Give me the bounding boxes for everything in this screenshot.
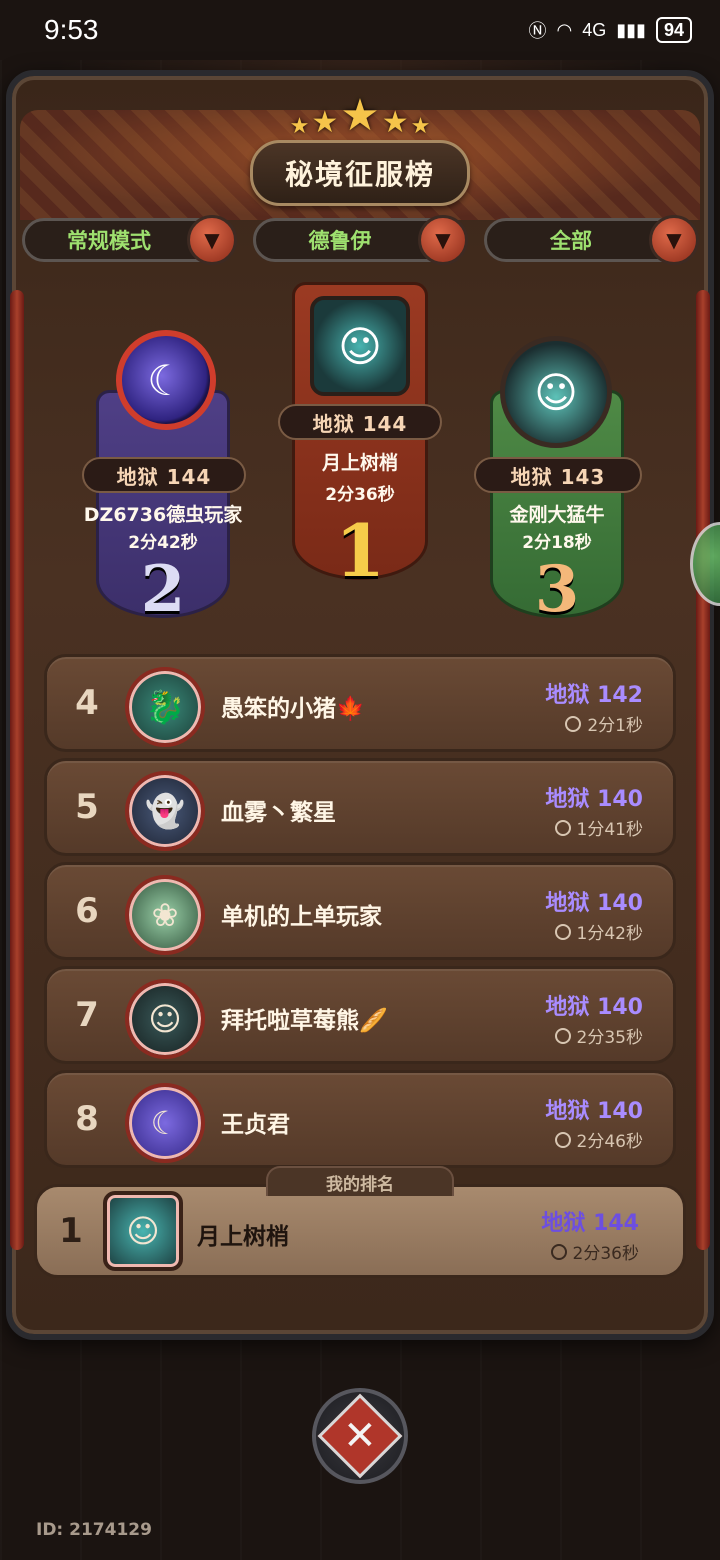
row-time-value: 2分46秒 [576, 1132, 643, 1152]
row-rank: 8 [75, 1099, 99, 1139]
star-icon: ★ [289, 114, 310, 139]
row-time: 1分42秒 [554, 919, 643, 944]
row-level: 地狱 142 [545, 683, 643, 708]
my-rank-time-value: 2分36秒 [572, 1244, 639, 1264]
podium-first-level: 地狱 144 [278, 404, 442, 440]
row-time: 2分1秒 [565, 711, 643, 736]
row-time: 2分46秒 [554, 1127, 643, 1152]
row-rank: 7 [75, 995, 99, 1035]
clown-avatar-icon: ☺ [103, 1191, 183, 1271]
clock-icon [554, 819, 571, 836]
clown-avatar-icon: ☺ [125, 979, 205, 1059]
podium-first-name: 月上树梢 [321, 452, 398, 474]
row-level: 地狱 140 [545, 995, 643, 1020]
clock-icon [554, 923, 571, 940]
filter-class-label: 德鲁伊 [308, 229, 372, 253]
signal-icon: ▮▮▮ [616, 19, 646, 40]
my-rank-number: 1 [59, 1211, 83, 1251]
moon-orb-avatar-icon: ☾ [116, 330, 216, 430]
podium-second-name: DZ6736德虫玩家 [83, 504, 243, 526]
clown-avatar-icon: ☺ [310, 296, 410, 396]
clown-hat-avatar-icon: ☺ [500, 336, 612, 448]
status-bar: 9:53 Ⓝ ◠ 4G ▮▮▮ 94 [0, 0, 720, 60]
frame-right [696, 290, 710, 1250]
podium-second-time: 2分42秒 [128, 533, 198, 553]
row-time-value: 2分35秒 [576, 1028, 643, 1048]
row-time: 1分41秒 [554, 815, 643, 840]
star-icon: ★ [410, 114, 431, 139]
player-id: ID: 2174129 [36, 1520, 152, 1540]
battery-icon: 94 [655, 17, 692, 43]
row-time-value: 1分41秒 [576, 820, 643, 840]
row-rank: 5 [75, 787, 99, 827]
wifi-icon: ◠ [556, 19, 573, 40]
filter-scope-label: 全部 [550, 229, 592, 253]
dragon-avatar-icon: 🐉 [125, 667, 205, 747]
row-time-value: 1分42秒 [576, 924, 643, 944]
podium-third-time: 2分18秒 [522, 533, 592, 553]
leaderboard-list: 4 🐉 愚笨的小猪🍁 地狱 142 2分1秒 5 👻 血雾丶繁星 地狱 140 … [44, 654, 676, 1174]
row-time-value: 2分1秒 [587, 716, 643, 736]
ghost-avatar-icon: 👻 [125, 771, 205, 851]
close-button[interactable]: ✕ [312, 1388, 408, 1484]
row-player-name: 拜托啦草莓熊🥖 [221, 1008, 388, 1034]
list-item[interactable]: 8 ☾ 王贞君 地狱 140 2分46秒 [44, 1070, 676, 1168]
frame-left [10, 290, 24, 1250]
row-player-name: 王贞君 [221, 1112, 290, 1138]
star-icon: ★ [381, 105, 409, 140]
my-rank-level: 地狱 144 [541, 1211, 639, 1236]
row-time: 2分35秒 [554, 1023, 643, 1048]
filter-scope-dropdown[interactable]: 全部 ▼ [484, 215, 699, 265]
list-item[interactable]: 4 🐉 愚笨的小猪🍁 地狱 142 2分1秒 [44, 654, 676, 752]
my-rank-tab: 我的排名 [266, 1166, 454, 1196]
row-rank: 6 [75, 891, 99, 931]
podium-third-name: 金刚大猛牛 [509, 504, 605, 526]
chevron-down-icon[interactable]: ▼ [187, 215, 237, 265]
chevron-down-icon[interactable]: ▼ [418, 215, 468, 265]
filter-class-dropdown[interactable]: 德鲁伊 ▼ [253, 215, 468, 265]
close-icon: ✕ [317, 1393, 403, 1479]
my-rank-name: 月上树梢 [197, 1224, 289, 1250]
row-player-name: 单机的上单玩家 [221, 904, 382, 930]
clock-icon [554, 1027, 571, 1044]
clock-icon [550, 1243, 567, 1260]
page-title: 秘境征服榜 [250, 140, 470, 206]
podium-third-rank: 3 [534, 552, 580, 627]
podium-first-rank: 1 [334, 508, 386, 593]
podium-second-level: 地狱 144 [82, 457, 246, 493]
row-level: 地狱 140 [545, 1099, 643, 1124]
list-item[interactable]: 5 👻 血雾丶繁星 地狱 140 1分41秒 [44, 758, 676, 856]
my-rank-row[interactable]: 1 ☺ 月上树梢 地狱 144 2分36秒 [34, 1184, 686, 1278]
row-rank: 4 [75, 683, 99, 723]
moon-orb-avatar-icon: ☾ [125, 1083, 205, 1163]
status-icons: Ⓝ ◠ 4G ▮▮▮ 94 [529, 17, 692, 43]
podium-second-rank: 2 [140, 552, 186, 627]
filter-mode-dropdown[interactable]: 常规模式 ▼ [22, 215, 237, 265]
nfc-icon: Ⓝ [528, 21, 547, 41]
star-icon: ★ [340, 90, 380, 141]
network-label: 4G [582, 19, 607, 40]
podium-third-level: 地狱 143 [474, 457, 642, 493]
row-level: 地狱 140 [545, 891, 643, 916]
clock-icon [554, 1131, 571, 1148]
my-rank-time: 2分36秒 [550, 1239, 639, 1264]
chevron-down-icon[interactable]: ▼ [649, 215, 699, 265]
row-player-name: 愚笨的小猪🍁 [221, 696, 365, 722]
clock-icon [565, 715, 582, 732]
row-level: 地狱 140 [545, 787, 643, 812]
spirit-avatar-icon: ❀ [125, 875, 205, 955]
list-item[interactable]: 7 ☺ 拜托啦草莓熊🥖 地狱 140 2分35秒 [44, 966, 676, 1064]
filter-mode-label: 常规模式 [67, 229, 151, 253]
row-player-name: 血雾丶繁星 [221, 800, 336, 826]
podium-first-time: 2分36秒 [325, 485, 395, 505]
stars-decoration: ★ ★ ★ ★ ★ [260, 88, 460, 138]
status-time: 9:53 [44, 14, 99, 45]
filter-bar: 常规模式 ▼ 德鲁伊 ▼ 全部 ▼ [22, 215, 699, 265]
star-icon: ★ [311, 105, 339, 140]
list-item[interactable]: 6 ❀ 单机的上单玩家 地狱 140 1分42秒 [44, 862, 676, 960]
